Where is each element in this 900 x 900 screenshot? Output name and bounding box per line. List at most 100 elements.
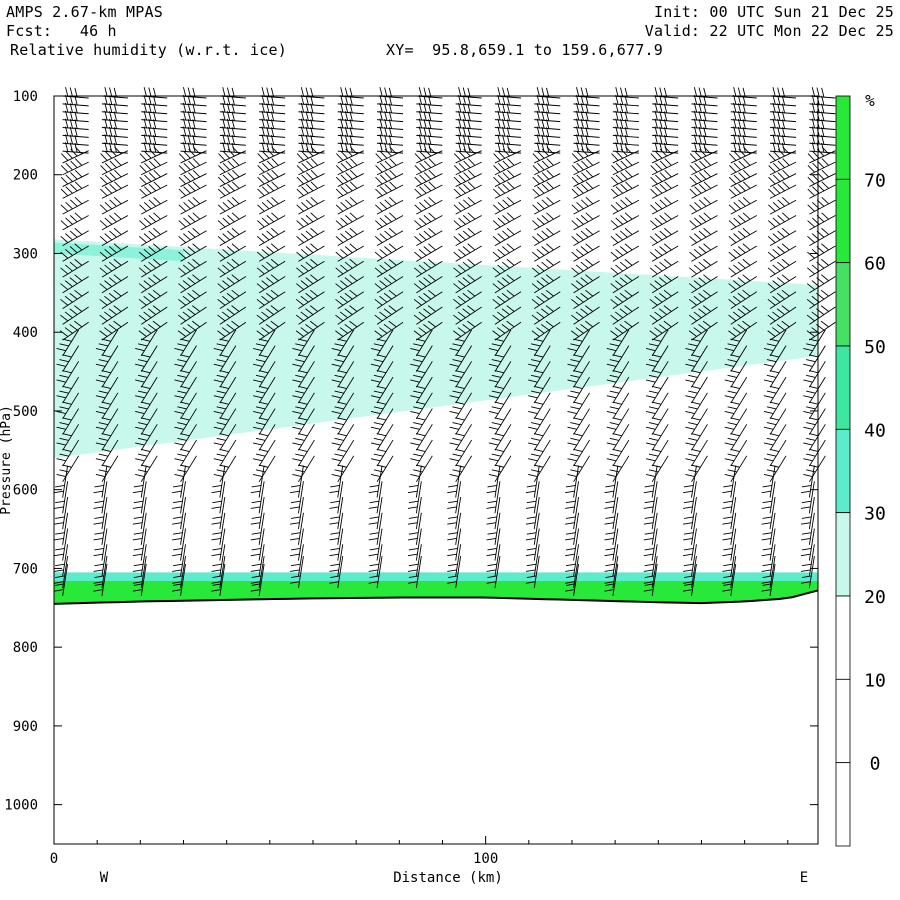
barb-staff (612, 424, 630, 451)
barb-flag (801, 547, 812, 551)
barb-flag (368, 569, 379, 572)
barb-flag (70, 160, 78, 168)
barb-flag (218, 165, 226, 173)
barb-flag (178, 188, 187, 197)
barb-flag (541, 215, 550, 223)
barb-flag (821, 212, 829, 220)
barb-flag (604, 569, 614, 572)
barb-flag (565, 553, 575, 557)
barb-flag (109, 172, 117, 180)
barb-flag (570, 453, 580, 457)
barb-flag (773, 151, 781, 159)
barb-flag (217, 235, 226, 243)
barb-flag (800, 553, 811, 557)
barb-flag (448, 547, 458, 551)
barb-flag (463, 148, 471, 157)
barb-flag (340, 162, 348, 171)
wind-barb (689, 181, 718, 199)
barb-flag (528, 458, 538, 462)
barb-staff (691, 199, 718, 215)
barb-flag (467, 243, 476, 251)
barb-flag (69, 215, 78, 223)
barb-staff (416, 215, 443, 231)
barb-flag (683, 522, 693, 525)
barb-flag (178, 220, 187, 228)
barb-staff (219, 512, 226, 545)
barb-flag (610, 188, 619, 197)
barb-flag (777, 148, 785, 157)
barb-flag (93, 537, 104, 541)
barb-staff (730, 496, 737, 530)
barb-flag (525, 506, 536, 509)
barb-staff (140, 496, 147, 530)
barb-flag (698, 261, 707, 269)
barb-flag (368, 506, 379, 509)
barb-staff (337, 439, 355, 467)
barb-flag (609, 453, 620, 457)
barb-flag (296, 204, 304, 212)
barb-staff (219, 230, 247, 246)
barb-flag (646, 458, 656, 462)
barb-flag (727, 422, 737, 426)
barb-flag (620, 160, 628, 168)
barb-flag (65, 201, 73, 210)
barb-flag (384, 215, 392, 223)
barb-flag (651, 417, 662, 421)
barb-staff (769, 481, 776, 514)
barb-flag (615, 233, 624, 241)
wind-barb (571, 227, 600, 246)
barb-flag (566, 563, 576, 567)
barb-flag (694, 186, 702, 194)
wind-barb (532, 146, 561, 164)
barb-flag (615, 264, 624, 272)
barb-flag (655, 174, 663, 182)
wind-barb (296, 227, 325, 246)
colorbar-bin (835, 762, 851, 847)
barb-flag (104, 201, 113, 210)
barb-flag (685, 395, 695, 399)
barb-flag (148, 230, 157, 238)
barb-flag (605, 516, 615, 519)
barb-flag (94, 563, 104, 567)
barb-staff (415, 512, 422, 545)
barb-flag (565, 506, 575, 509)
barb-staff (141, 215, 168, 231)
barb-flag (458, 201, 466, 210)
barb-staff (573, 215, 600, 231)
barb-staff (298, 455, 315, 483)
barb-flag (646, 411, 656, 415)
wind-barb (414, 181, 443, 199)
barb-staff (494, 199, 522, 215)
barb-flag (536, 217, 545, 225)
barb-staff (769, 392, 787, 420)
barb-flag (140, 448, 151, 452)
barb-flag (611, 176, 619, 185)
barb-flag (703, 227, 712, 235)
barb-flag (376, 448, 387, 452)
barb-flag (296, 176, 304, 185)
barb-flag (227, 148, 235, 157)
barb-staff (691, 215, 718, 231)
barb-staff (180, 215, 207, 231)
barb-flag (369, 547, 380, 551)
barb-flag (525, 569, 536, 572)
wind-barb (532, 227, 561, 246)
barb-staff (337, 215, 364, 231)
barb-staff (809, 260, 836, 278)
barb-flag (643, 506, 654, 509)
barb-flag (723, 547, 733, 551)
barb-flag (644, 547, 655, 551)
barb-flag (650, 153, 658, 161)
barb-flag (253, 458, 263, 462)
barb-flag (733, 217, 741, 225)
barb-flag (109, 199, 117, 207)
barb-flag (211, 490, 221, 494)
wind-barb (375, 196, 404, 215)
barb-flag (766, 453, 777, 457)
barb-staff (101, 528, 108, 561)
barb-flag (487, 500, 497, 504)
barb-flag (60, 188, 69, 197)
barb-flag (452, 453, 462, 457)
barb-flag (296, 188, 304, 197)
barb-staff (101, 512, 108, 545)
